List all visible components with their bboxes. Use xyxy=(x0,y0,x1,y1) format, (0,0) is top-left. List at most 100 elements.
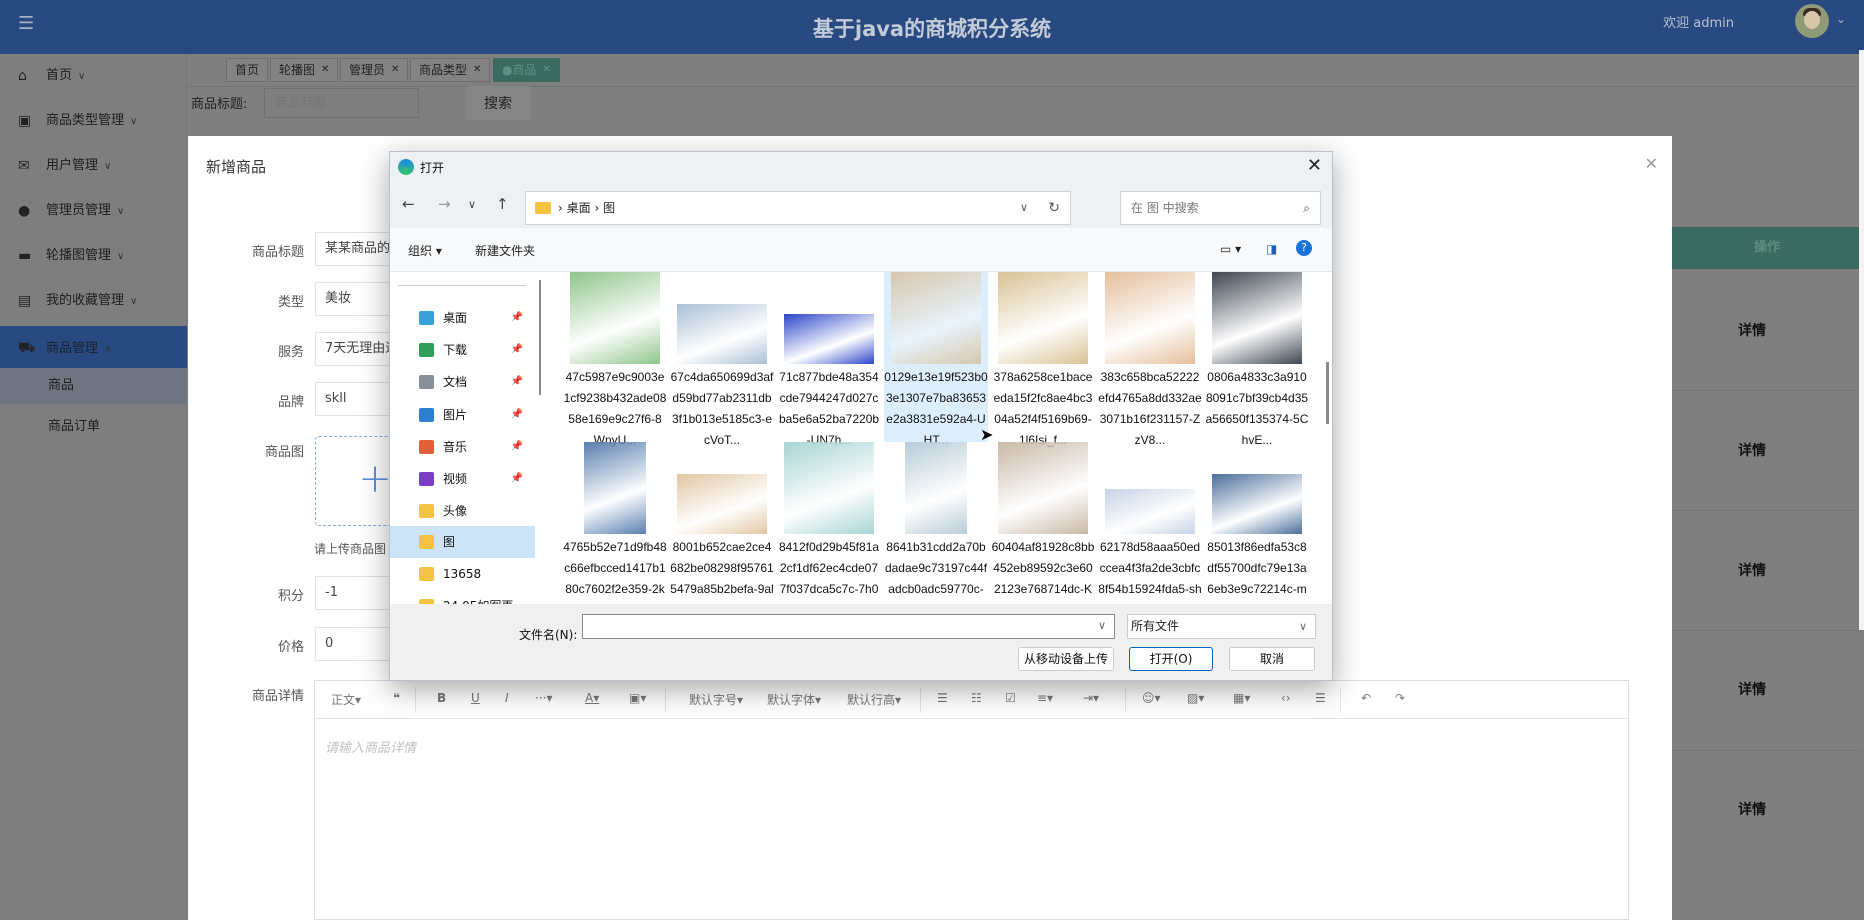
detail-link[interactable]: 详情 xyxy=(1712,679,1792,699)
sidebar-item-users[interactable]: ✉ 用户管理 ∨ xyxy=(0,146,187,186)
bold-icon[interactable]: B xyxy=(437,691,446,705)
tab-carousel[interactable]: 轮播图 ✕ xyxy=(270,58,339,82)
numbered-list-icon[interactable]: ☷ xyxy=(971,691,982,705)
up-arrow-icon[interactable]: ↑ xyxy=(496,195,509,213)
italic-icon[interactable]: I xyxy=(505,691,509,705)
sidebar-sub-products[interactable]: 商品 xyxy=(0,368,187,404)
more-icon[interactable]: ···▾ xyxy=(535,691,552,705)
pin-icon[interactable]: 📌 xyxy=(511,463,523,495)
line-height-dropdown[interactable]: 默认行高▾ xyxy=(847,691,901,708)
font-family-dropdown[interactable]: 默认字体▾ xyxy=(767,691,821,708)
file-item[interactable]: 62178d58aaa50edccea4f3fa2de3cbfc8f54b159… xyxy=(1098,442,1202,604)
folder-search-input[interactable]: 在 图 中搜索 ⌕ xyxy=(1120,191,1321,225)
file-item[interactable]: 0129e13e19f523b03e1307e7ba83653e2a3831e5… xyxy=(884,272,988,447)
nav-item[interactable]: 文档 📌 xyxy=(390,366,535,398)
pin-icon[interactable]: 📌 xyxy=(511,366,523,398)
pin-icon[interactable]: 📌 xyxy=(511,399,523,431)
indent-icon[interactable]: ⇥▾ xyxy=(1083,691,1099,705)
sidebar-sub-orders[interactable]: 商品订单 xyxy=(0,409,187,445)
image-icon[interactable]: ▨▾ xyxy=(1187,691,1204,705)
content-scrollbar[interactable] xyxy=(1326,362,1329,424)
emoji-icon[interactable]: ☺▾ xyxy=(1142,691,1161,705)
bullet-list-icon[interactable]: ☰ xyxy=(937,691,948,705)
undo-icon[interactable]: ↶ xyxy=(1361,691,1371,705)
table-icon[interactable]: ▦▾ xyxy=(1233,691,1250,705)
chevron-down-icon[interactable]: ⌄ xyxy=(1836,12,1846,26)
font-size-dropdown[interactable]: 默认字号▾ xyxy=(689,691,743,708)
detail-link[interactable]: 详情 xyxy=(1712,440,1792,460)
sidebar-item-products[interactable]: ⛟ 商品管理 ∧ xyxy=(0,326,187,371)
file-item[interactable]: 0806a4833c3a9108091c7bf39cb4d35a56650f13… xyxy=(1205,272,1309,447)
pin-icon[interactable]: 📌 xyxy=(511,431,523,463)
quote-icon[interactable]: ❝ xyxy=(393,691,400,705)
paragraph-dropdown[interactable]: 正文▾ xyxy=(331,691,361,708)
sidebar-item-carousel[interactable]: ▬ 轮播图管理 ∨ xyxy=(0,236,187,276)
filename-input[interactable]: ∨ xyxy=(582,614,1115,639)
divider-icon[interactable]: ☰ xyxy=(1315,691,1326,705)
close-icon[interactable]: ✕ xyxy=(321,64,329,75)
breadcrumb-desktop[interactable]: 桌面 xyxy=(567,201,591,215)
file-item[interactable]: 8412f0d29b45f81a2cf1df62ec4cde077f037dca… xyxy=(777,442,881,604)
view-icon[interactable]: ▭ ▾ xyxy=(1220,242,1241,256)
tab-home[interactable]: 首页 xyxy=(226,58,269,82)
nav-item[interactable]: 图片 📌 xyxy=(390,399,535,431)
sidebar-item-admins[interactable]: ● 管理员管理 ∨ xyxy=(0,191,187,231)
file-type-select[interactable]: 所有文件 ∨ xyxy=(1127,614,1316,639)
close-icon[interactable]: ✕ xyxy=(473,64,481,75)
sidebar-item-home[interactable]: ⌂ 首页 ∨ xyxy=(0,56,187,96)
detail-link[interactable]: 详情 xyxy=(1712,799,1792,819)
file-item[interactable]: 8641b31cdd2a70bdadae9c73197c44fadcb0adc5… xyxy=(884,442,988,604)
tab-category[interactable]: 商品类型 ✕ xyxy=(410,58,491,82)
sidebar-item-favorites[interactable]: ▤ 我的收藏管理 ∨ xyxy=(0,281,187,321)
recent-dropdown-icon[interactable]: ∨ xyxy=(468,198,476,211)
close-icon[interactable]: ✕ xyxy=(1307,155,1322,176)
file-item[interactable]: 378a6258ce1baceeda15f2fc8ae4bc304a52f4f5… xyxy=(991,272,1095,447)
file-item[interactable]: 4765b52e71d9fb48c66efbcced1417b180c7602f… xyxy=(563,442,667,604)
sidebar-item-category[interactable]: ▣ 商品类型管理 ∨ xyxy=(0,101,187,141)
redo-icon[interactable]: ↷ xyxy=(1395,691,1405,705)
cancel-button[interactable]: 取消 xyxy=(1229,647,1315,671)
forward-arrow-icon[interactable]: → xyxy=(438,195,451,213)
close-icon[interactable]: ✕ xyxy=(1645,154,1658,173)
tab-products[interactable]: ●商品 ✕ xyxy=(493,58,560,82)
tab-admin[interactable]: 管理员 ✕ xyxy=(340,58,409,82)
todo-icon[interactable]: ☑ xyxy=(1005,691,1016,705)
upload-from-mobile-button[interactable]: 从移动设备上传 xyxy=(1018,647,1114,671)
nav-item[interactable]: 头像 xyxy=(390,495,535,527)
file-item[interactable]: 85013f86edfa53c8df55700dfc79e13a6eb3e9c7… xyxy=(1205,442,1309,604)
file-item[interactable]: 47c5987e9c9003e1cf9238b432ade0858e169e9c… xyxy=(563,272,667,447)
file-item[interactable]: 8001b652cae2ce4682be08298f957615479a85b2… xyxy=(670,442,774,604)
nav-item[interactable]: 13658 xyxy=(390,558,535,590)
file-item[interactable]: 383c658bca52222efd4765a8dd332ae3071b16f2… xyxy=(1098,272,1202,447)
underline-icon[interactable]: U xyxy=(471,691,480,705)
refresh-icon[interactable]: ↻ xyxy=(1048,192,1060,224)
nav-item[interactable]: 视频 📌 xyxy=(390,463,535,495)
code-icon[interactable]: ‹› xyxy=(1281,691,1291,705)
chevron-down-icon[interactable]: ∨ xyxy=(1098,619,1106,632)
editor-placeholder[interactable]: 请输入商品详情 xyxy=(325,737,416,756)
nav-item[interactable]: 图 xyxy=(390,526,535,558)
nav-item[interactable]: 音乐 📌 xyxy=(390,431,535,463)
pin-icon[interactable]: 📌 xyxy=(511,302,523,334)
file-item[interactable]: 67c4da650699d3afd59bd77ab2311db3f1b013e5… xyxy=(670,272,774,447)
nav-item[interactable]: 桌面 📌 xyxy=(390,302,535,334)
nav-scrollbar[interactable] xyxy=(539,280,541,395)
detail-link[interactable]: 详情 xyxy=(1712,320,1792,340)
pin-icon[interactable]: 📌 xyxy=(511,334,523,366)
detail-link[interactable]: 详情 xyxy=(1712,560,1792,580)
help-icon[interactable]: ? xyxy=(1296,240,1312,256)
search-input[interactable] xyxy=(264,88,419,118)
close-icon[interactable]: ✕ xyxy=(542,64,550,75)
search-button[interactable]: 搜索 xyxy=(465,86,531,120)
back-arrow-icon[interactable]: ← xyxy=(402,195,415,213)
breadcrumb-folder[interactable]: 图 xyxy=(603,201,615,215)
preview-pane-icon[interactable]: ◨ xyxy=(1266,242,1277,256)
avatar[interactable] xyxy=(1795,4,1829,38)
nav-item[interactable]: 下载 📌 xyxy=(390,334,535,366)
new-folder-button[interactable]: 新建文件夹 xyxy=(475,242,535,259)
align-icon[interactable]: ≡▾ xyxy=(1037,691,1053,705)
file-item[interactable]: 60404af81928c8bb452eb89592c3e602123e7687… xyxy=(991,442,1095,604)
font-color-icon[interactable]: A▾ xyxy=(585,691,599,705)
organize-menu[interactable]: 组织 ▾ xyxy=(408,242,442,259)
close-icon[interactable]: ✕ xyxy=(391,64,399,75)
